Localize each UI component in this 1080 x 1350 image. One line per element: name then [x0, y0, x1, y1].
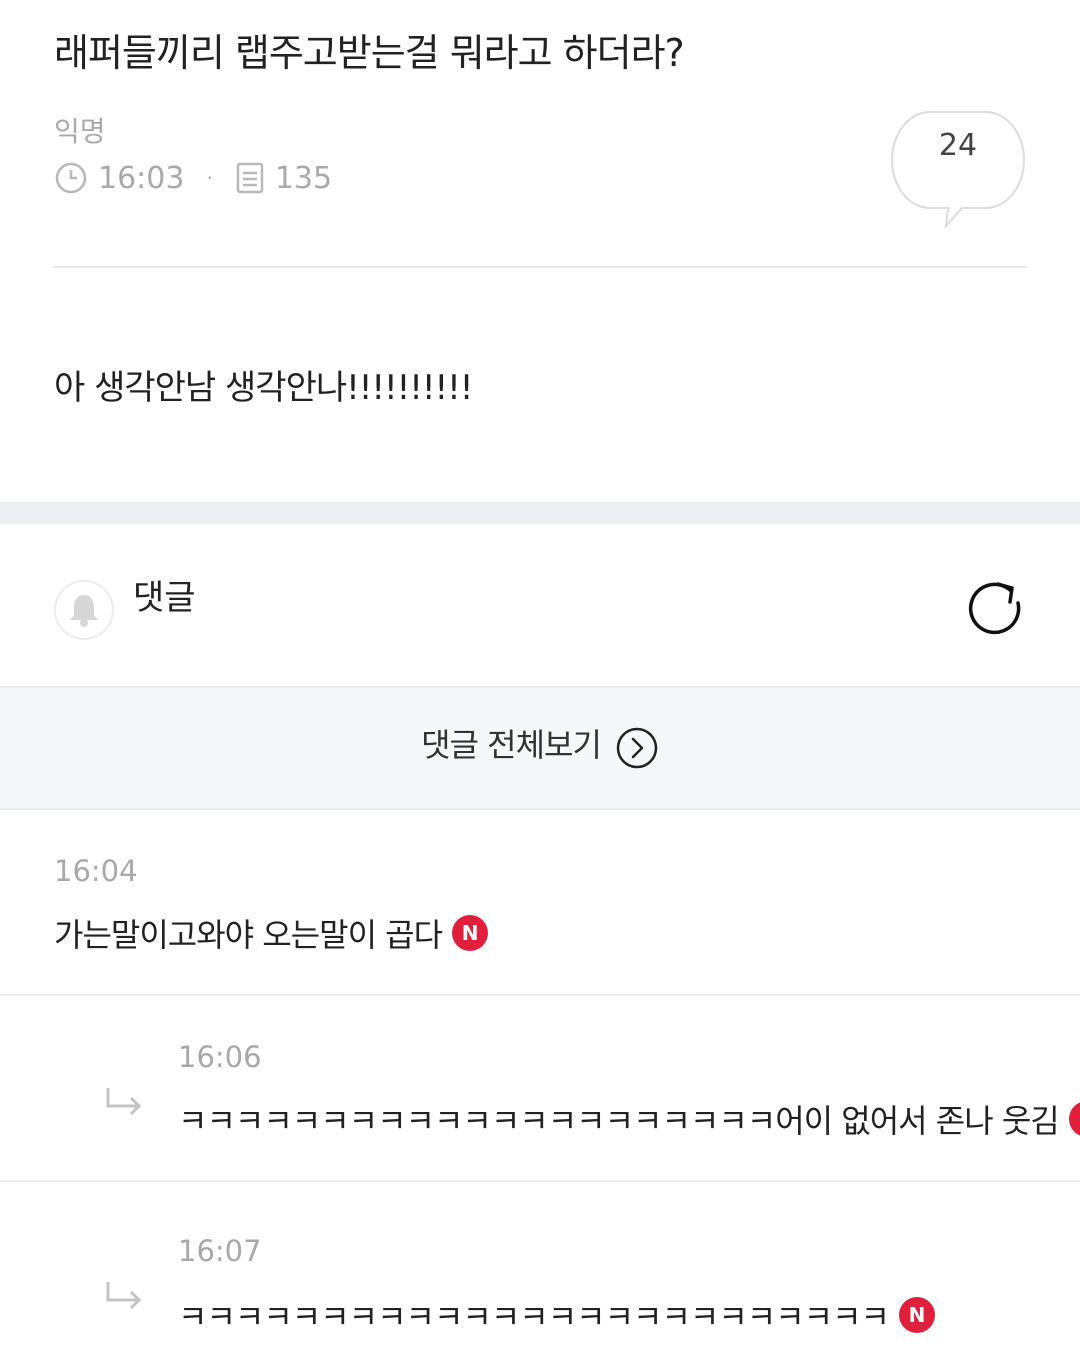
new-badge: N	[1068, 1101, 1080, 1137]
post-title: 래퍼들끼리 랩주고받는걸 뭐라고 하더라?	[54, 31, 685, 75]
post-meta: 16:03 · 135	[54, 158, 332, 198]
post-body: 아 생각안남 생각안나!!!!!!!!!!	[54, 368, 473, 408]
bell-icon[interactable]	[54, 580, 114, 640]
reply-body: ㅋㅋㅋㅋㅋㅋㅋㅋㅋㅋㅋㅋㅋㅋㅋㅋㅋㅋㅋㅋㅋㅋㅋㅋㅋ	[178, 1298, 890, 1336]
new-badge: N	[452, 915, 489, 951]
post-views: 135	[274, 160, 333, 196]
view-all-label: 댓글 전체보기	[421, 726, 602, 764]
reply-arrow-icon	[106, 1282, 142, 1310]
comment-divider	[0, 1180, 1080, 1182]
comment-text: 가는말이고와야 오는말이 곱다 N	[54, 910, 489, 956]
reply-arrow-icon	[106, 1088, 142, 1116]
reply-text: ㅋㅋㅋㅋㅋㅋㅋㅋㅋㅋㅋㅋㅋㅋㅋㅋㅋㅋㅋㅋㅋ어이 없어서 존나 웃김 N	[178, 1096, 1080, 1142]
comment-body: 가는말이고와야 오는말이 곱다	[54, 916, 443, 954]
comment-count: 24	[938, 128, 978, 163]
reply-time: 16:06	[178, 1040, 262, 1074]
view-all-comments-button[interactable]: 댓글 전체보기	[0, 686, 1080, 810]
header-divider	[54, 266, 1026, 268]
reply-text: ㅋㅋㅋㅋㅋㅋㅋㅋㅋㅋㅋㅋㅋㅋㅋㅋㅋㅋㅋㅋㅋㅋㅋㅋㅋ N	[178, 1292, 936, 1338]
reply-time: 16:07	[178, 1234, 262, 1268]
chevron-right-circle-icon	[615, 726, 659, 774]
new-badge: N	[899, 1297, 936, 1333]
post-time: 16:03	[98, 160, 185, 196]
comments-label: 댓글	[133, 578, 196, 618]
clock-icon	[54, 161, 88, 195]
comment-divider	[0, 994, 1080, 996]
reply-body: ㅋㅋㅋㅋㅋㅋㅋㅋㅋㅋㅋㅋㅋㅋㅋㅋㅋㅋㅋㅋㅋ어이 없어서 존나 웃김	[178, 1102, 1060, 1140]
refresh-icon[interactable]	[964, 576, 1030, 642]
section-band	[0, 502, 1080, 524]
document-icon	[235, 161, 265, 195]
comment-time: 16:04	[54, 854, 138, 888]
post-author: 익명	[54, 115, 106, 148]
meta-separator: ·	[206, 166, 213, 190]
